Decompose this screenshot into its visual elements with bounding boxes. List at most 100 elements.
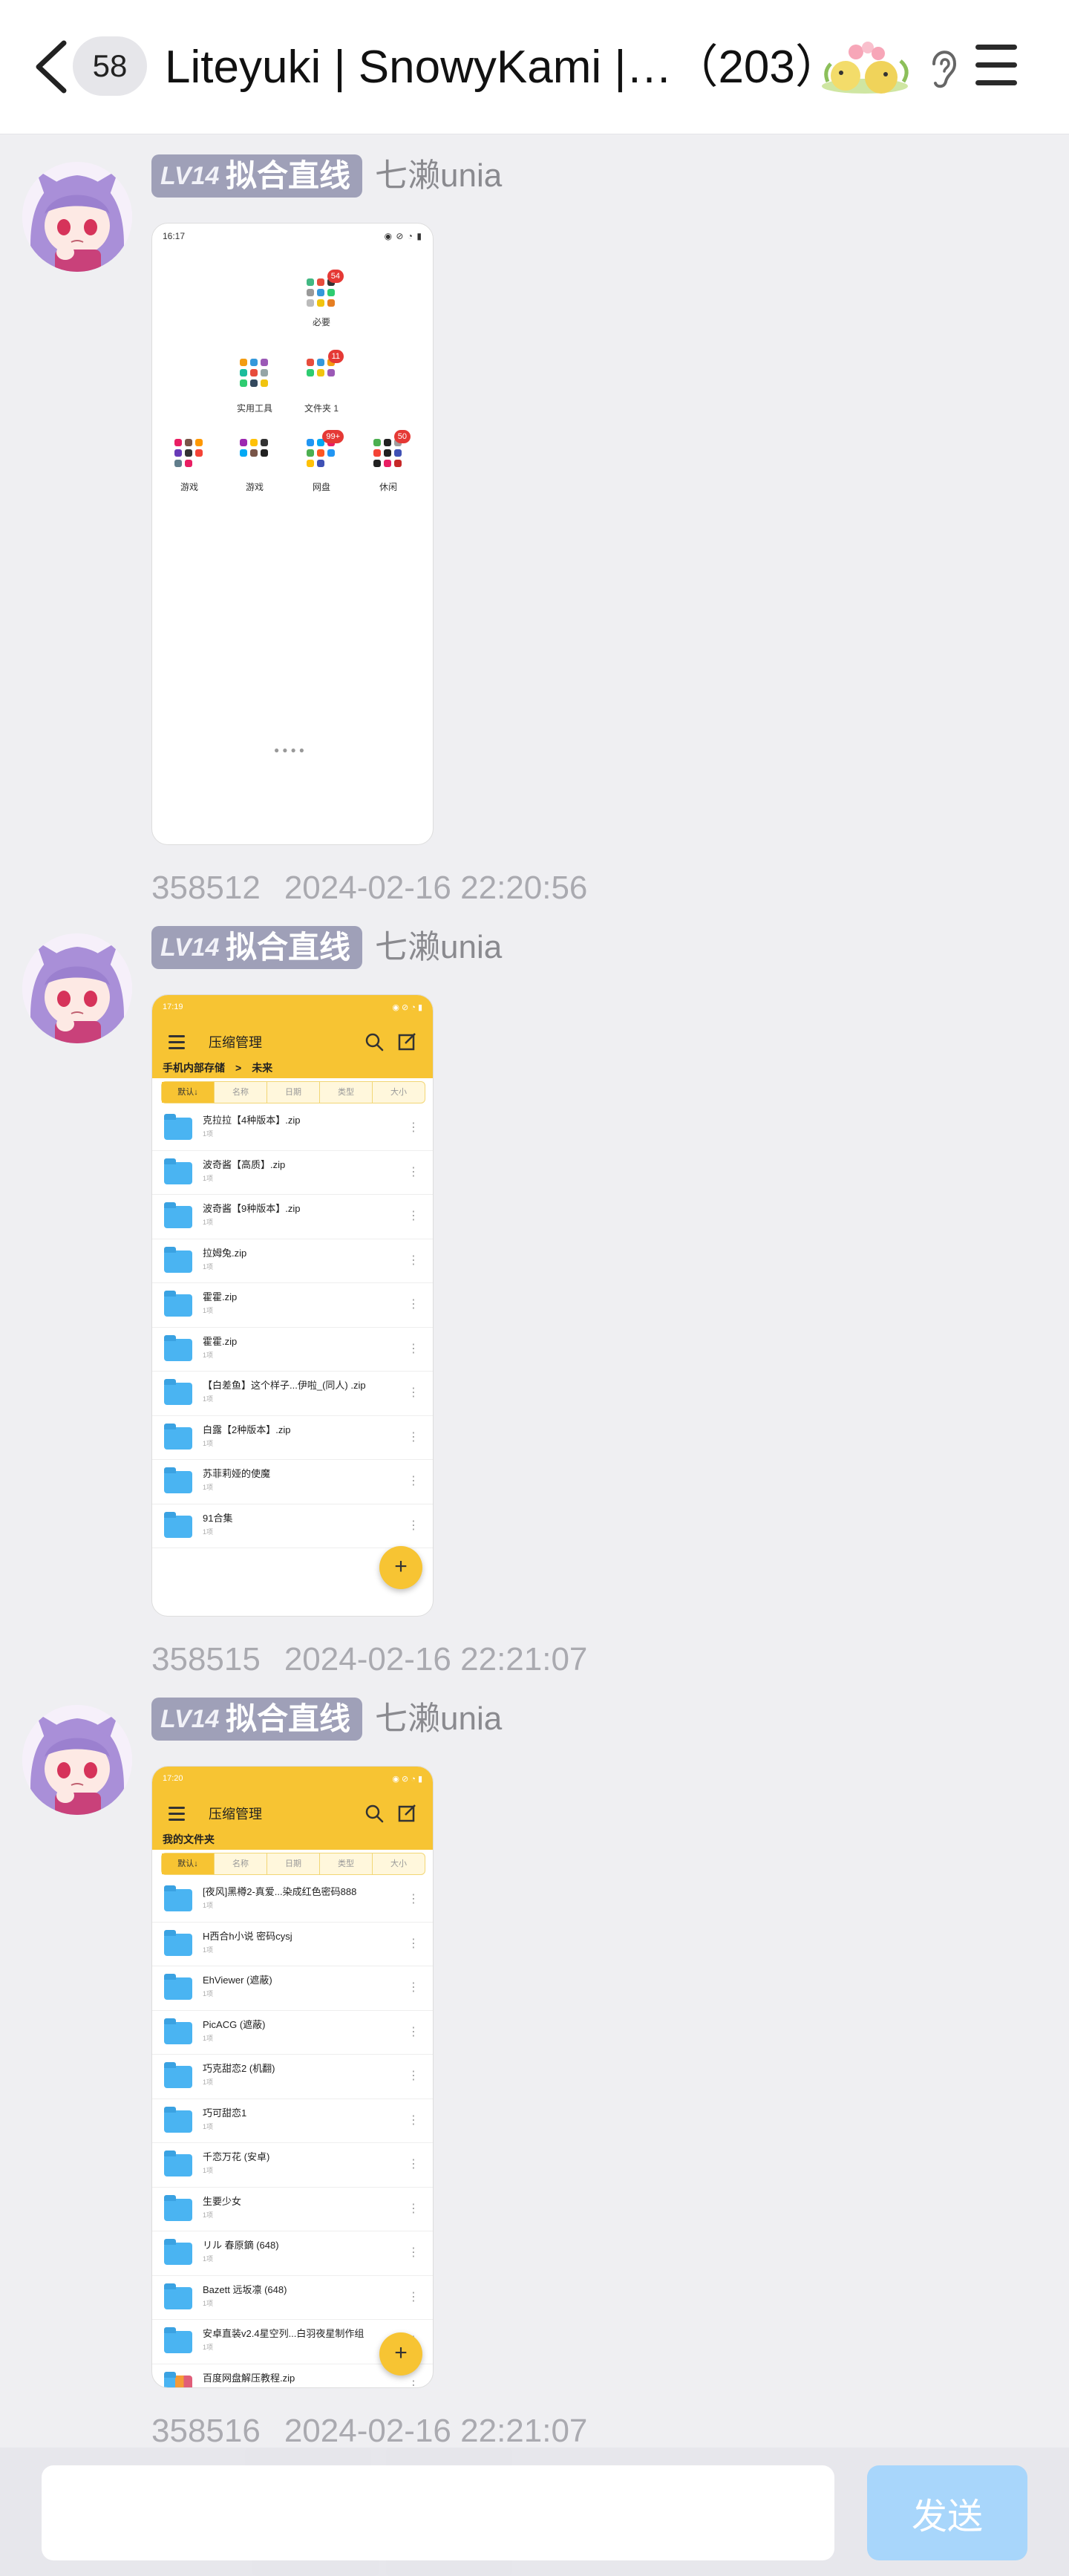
app-folder-icon — [240, 359, 269, 388]
folder-icon — [164, 2239, 192, 2265]
send-button[interactable]: 发送 — [867, 2465, 1027, 2560]
sort-tab: 类型 — [320, 1082, 373, 1103]
file-count: 1项 — [203, 1130, 214, 1138]
sort-tab: 默认↓ — [162, 1853, 215, 1874]
unread-count-badge[interactable]: 58 — [73, 36, 147, 96]
status-time: 17:19 — [163, 1002, 183, 1011]
sender-avatar[interactable] — [22, 933, 132, 1043]
member-level-badge: LV14 拟合直线 — [151, 154, 362, 198]
message-meta: 358515 2024-02-16 22:21:07 — [151, 1639, 587, 1680]
file-name: 巧克甜恋2 (机翻) — [203, 2063, 275, 2074]
file-name: 白露【2种版本】.zip — [203, 1424, 291, 1435]
file-row: PicACG (遮蔽) 1项 ⋮ — [152, 2011, 433, 2055]
file-name: 拉姆兔.zip — [203, 1247, 247, 1259]
folder-icon — [164, 1202, 192, 1228]
file-row: [夜风]黑樽2-真爱...染成红色密码888 1项 ⋮ — [152, 1878, 433, 1923]
app-toolbar: 17:19 ◉ ⊘ ◔ ▮ 压缩管理 手机内部存储 > 未来 — [152, 995, 433, 1078]
app-folder-icon: 11 — [307, 350, 344, 388]
sender-name[interactable]: 七濑unia — [375, 1698, 502, 1741]
file-row: 生要少女 1项 ⋮ — [152, 2188, 433, 2231]
status-time: 17:20 — [163, 1774, 183, 1783]
sender-name[interactable]: 七濑unia — [375, 926, 502, 969]
file-row: Bazett 远坂凛 (648) 1项 ⋮ — [152, 2276, 433, 2320]
add-icon: + — [379, 2332, 422, 2376]
sort-tab: 名称 — [215, 1853, 267, 1874]
more-icon: ⋮ — [408, 1165, 419, 1178]
file-count: 1项 — [203, 2167, 214, 2174]
folder-icon — [164, 1246, 192, 1273]
level-label: LV14 — [160, 933, 220, 962]
folder-icon — [164, 1423, 192, 1450]
more-icon: ⋮ — [408, 1253, 419, 1267]
image-attachment[interactable]: 16:17 ◉ ⊘ ◔ ▮ 54 必要 实用工具 11 文件夹 1 游戏 游戏 … — [151, 223, 434, 845]
member-title: 拟合直线 — [226, 158, 351, 193]
more-icon: ⋮ — [408, 1210, 419, 1222]
message-timestamp: 2024-02-16 22:21:07 — [284, 1641, 588, 1677]
level-label: LV14 — [160, 1705, 220, 1733]
file-name: [夜风]黑樽2-真爱...染成红色密码888 — [203, 1886, 357, 1897]
sort-tab: 默认↓ — [162, 1082, 215, 1103]
file-count: 1项 — [203, 2034, 214, 2042]
message-id: 358512 — [151, 870, 261, 906]
file-name: 【白差鱼】这个样子...伊啦_(同人) .zip — [203, 1380, 366, 1391]
message-input[interactable] — [42, 2465, 834, 2560]
file-count: 1项 — [203, 2078, 214, 2086]
sender-avatar[interactable] — [22, 1705, 132, 1815]
folder-icon — [164, 2062, 192, 2088]
sort-tab: 大小 — [390, 1859, 407, 1868]
folder-icon — [164, 1467, 192, 1493]
breadcrumb-item: 手机内部存储 — [163, 1062, 225, 1074]
app-toolbar: 17:20 ◉ ⊘ ◔ ▮ 压缩管理 我的文件夹 — [152, 1767, 433, 1850]
app-title: 压缩管理 — [209, 1807, 262, 1822]
folder-icon — [164, 1114, 192, 1140]
file-count: 1项 — [203, 2299, 214, 2307]
file-count: 1项 — [203, 2255, 214, 2263]
file-name: 波奇酱【9种版本】.zip — [203, 1203, 301, 1214]
archive-icon — [164, 2371, 192, 2387]
search-icon — [365, 1033, 384, 1051]
level-label: LV14 — [160, 162, 220, 190]
more-icon: ⋮ — [408, 2246, 419, 2259]
message-meta: 358512 2024-02-16 22:20:56 — [151, 867, 587, 909]
edit-icon — [398, 1804, 416, 1822]
sender-avatar[interactable] — [22, 162, 132, 272]
sort-tabs: 默认↓ 名称 日期 类型 大小 — [161, 1853, 425, 1875]
file-name: 千恋万花 (安卓) — [203, 2151, 270, 2162]
file-name: EhViewer (遮蔽) — [203, 1975, 272, 1986]
ear-icon[interactable] — [926, 43, 959, 92]
file-name: 91合集 — [203, 1512, 233, 1524]
app-folder-icon — [174, 439, 204, 469]
app-folder-icon: 50 — [373, 430, 411, 469]
more-icon: ⋮ — [408, 1893, 419, 1905]
file-count: 1项 — [203, 1946, 214, 1954]
image-attachment[interactable]: 17:19 ◉ ⊘ ◔ ▮ 压缩管理 手机内部存储 > 未来 默认↓ 名称 日期 类… — [151, 994, 434, 1617]
folder-icon — [164, 2106, 192, 2133]
status-icons: ◉ ⊘ ◔ ▮ — [392, 1003, 422, 1012]
folder-label: 网盘 — [312, 482, 330, 492]
message-timestamp: 2024-02-16 22:21:07 — [284, 2413, 588, 2449]
file-count: 1项 — [203, 1439, 214, 1447]
status-icons: ◉ ⊘ ◔ ▮ — [392, 1775, 422, 1784]
folder-icon — [164, 2327, 192, 2353]
image-attachment[interactable]: 17:20 ◉ ⊘ ◔ ▮ 压缩管理 我的文件夹 默认↓ 名称 日期 类型 大小… — [151, 1766, 434, 2388]
chat-title[interactable]: Liteyuki | SnowyKami |…（203） — [165, 34, 818, 101]
file-row: 霍霍.zip 1项 ⋮ — [152, 1328, 433, 1372]
file-row: H西合h小说 密码cysj 1项 ⋮ — [152, 1923, 433, 1966]
more-icon: ⋮ — [408, 2202, 419, 2215]
search-icon — [365, 1804, 384, 1823]
file-name: 波奇酱【高质】.zip — [203, 1158, 286, 1170]
file-name: 霍霍.zip — [203, 1335, 238, 1347]
breadcrumb: 我的文件夹 — [163, 1832, 215, 1847]
more-icon: ⋮ — [408, 1342, 419, 1355]
message-id: 358515 — [151, 1641, 261, 1677]
status-time: 16:17 — [163, 231, 186, 241]
sender-name[interactable]: 七濑unia — [375, 154, 502, 198]
edit-icon — [398, 1033, 416, 1051]
menu-icon[interactable] — [972, 42, 1020, 89]
back-arrow-icon[interactable] — [28, 37, 76, 97]
notification-badge: 54 — [327, 270, 344, 283]
file-name: 百度网盘解压教程.zip — [203, 2372, 295, 2384]
file-name: 安卓直装v2.4星空列...白羽夜星制作组 — [203, 2328, 364, 2339]
notification-badge: 50 — [393, 430, 411, 443]
app-folder-icon — [240, 439, 269, 469]
